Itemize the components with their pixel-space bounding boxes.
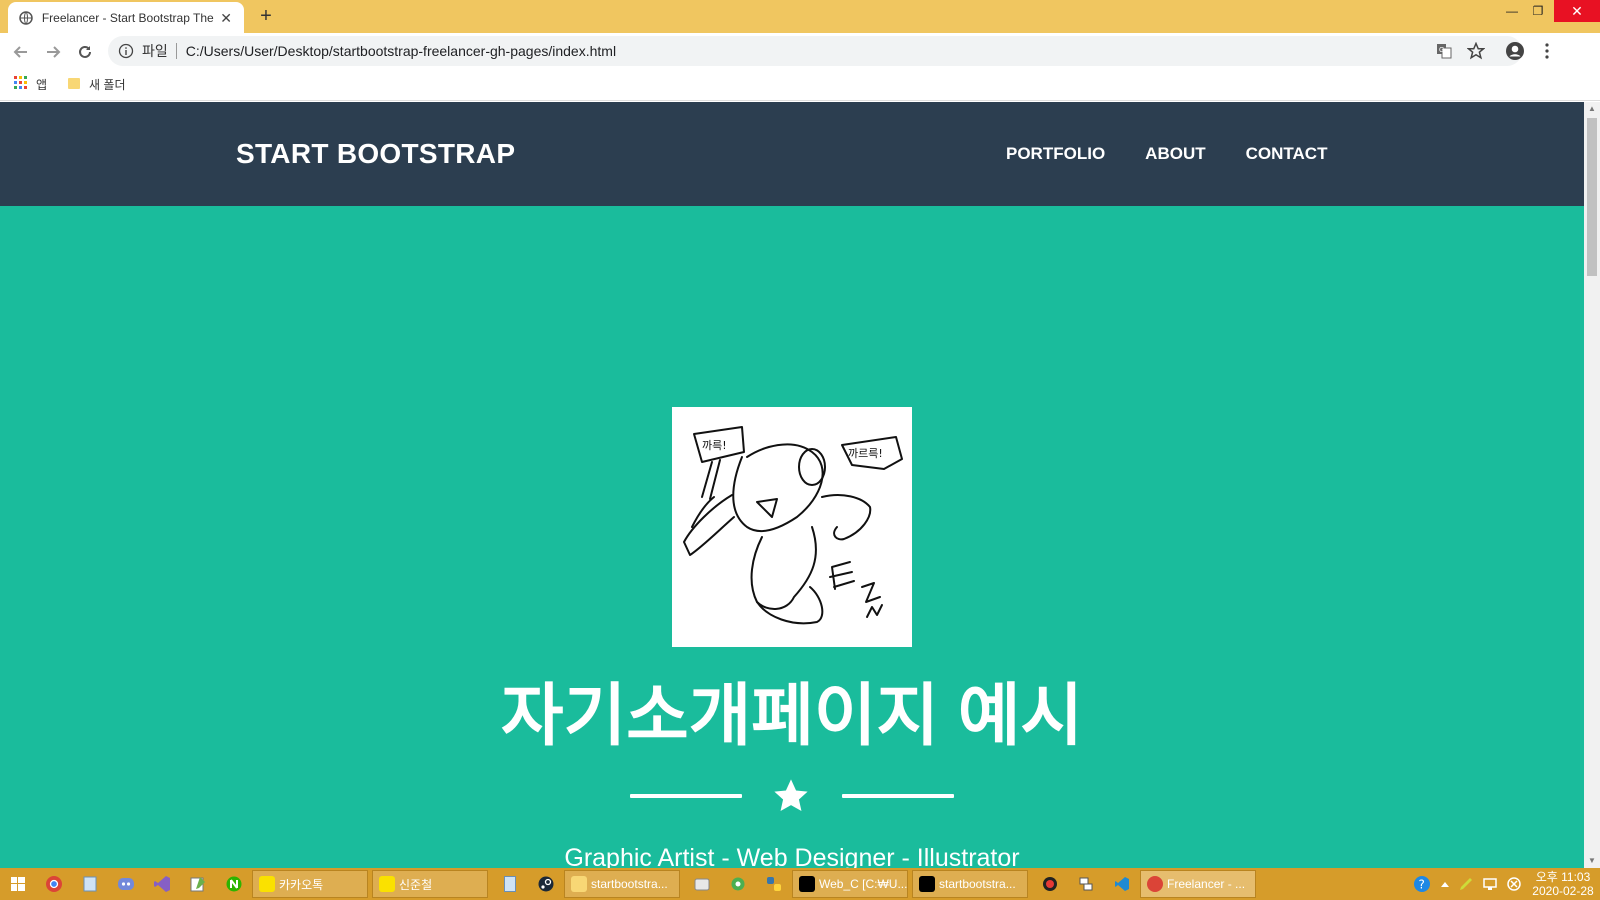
url-text[interactable]: C:/Users/User/Desktop/startbootstrap-fre… (186, 43, 616, 59)
discord-icon[interactable] (108, 868, 144, 900)
speech-right-text: 까르륵! (848, 447, 883, 460)
scroll-down-arrow-icon[interactable]: ▼ (1584, 854, 1600, 868)
nav-link-contact[interactable]: CONTACT (1246, 144, 1328, 164)
divider-line (842, 794, 954, 798)
tab-close-icon[interactable]: ✕ (218, 10, 234, 26)
pen-icon[interactable] (1454, 868, 1478, 900)
hero-subtitle: Graphic Artist - Web Designer - Illustra… (564, 844, 1020, 868)
calculator-icon[interactable] (492, 868, 528, 900)
scheme-label: 파일 (142, 43, 168, 59)
reload-icon[interactable] (73, 40, 97, 64)
info-icon[interactable] (118, 43, 134, 59)
bookmarks-bar: 앱 새 폴더 (0, 69, 1600, 101)
new-tab-button[interactable]: + (256, 6, 276, 26)
speech-left-text: 까륵! (702, 439, 727, 452)
address-divider (175, 43, 177, 59)
taskbar-app-label: 카카오톡 (279, 877, 324, 892)
chrome-icon (1147, 876, 1163, 892)
scroll-thumb[interactable] (1587, 118, 1597, 276)
translate-icon[interactable]: G (1432, 39, 1456, 63)
network-icon[interactable] (1068, 868, 1104, 900)
nav-link-portfolio[interactable]: PORTFOLIO (1006, 144, 1105, 164)
taskbar-app-label: startbootstra... (939, 877, 1016, 891)
star-bookmark-icon[interactable] (1464, 39, 1488, 63)
browser-tab[interactable]: Freelancer - Start Bootstrap The ✕ (8, 2, 244, 33)
volume-muted-icon[interactable] (1502, 868, 1526, 900)
steam-icon[interactable] (528, 868, 564, 900)
visual-studio-icon[interactable] (144, 868, 180, 900)
folder-icon (67, 76, 81, 93)
taskbar-app-pycharm-web[interactable]: Web_C [C:₩U... (792, 870, 908, 898)
clock[interactable]: 오후 11:03 2020-02-28 (1526, 870, 1600, 898)
network-tray-icon[interactable] (1478, 868, 1502, 900)
bookmark-label: 앱 (36, 78, 48, 92)
svg-text:G: G (1439, 47, 1444, 54)
tray-expand-icon[interactable] (1436, 868, 1454, 900)
hero-title: 자기소개페이지 예시 (501, 678, 1083, 754)
vscode-icon[interactable] (1104, 868, 1140, 900)
folder-icon (571, 876, 587, 892)
apps-grid-icon (14, 76, 28, 93)
taskbar-app-kakaotalk-chat[interactable]: 신준철 (372, 870, 488, 898)
notes-icon[interactable] (180, 868, 216, 900)
nav-link-about[interactable]: ABOUT (1145, 144, 1205, 164)
svg-text:?: ? (1419, 878, 1425, 892)
bookmark-label: 새 폴더 (89, 78, 126, 92)
taskbar-app-label: Web_C [C:₩U... (819, 877, 908, 891)
star-icon (772, 777, 810, 815)
windows-start-icon[interactable] (0, 868, 36, 900)
kakaotalk-icon (259, 876, 275, 892)
system-tray: ? 오후 11:03 2020-02-28 (1408, 868, 1600, 900)
python-icon[interactable] (756, 868, 792, 900)
notepad-icon[interactable] (72, 868, 108, 900)
page-viewport: START BOOTSTRAP PORTFOLIO ABOUT CONTACT (0, 102, 1584, 868)
browser-toolbar: 파일 C:/Users/User/Desktop/startbootstrap-… (0, 33, 1600, 69)
scroll-up-arrow-icon[interactable]: ▲ (1584, 102, 1600, 116)
page-scrollbar[interactable]: ▲ ▼ (1584, 102, 1600, 868)
site-navbar: START BOOTSTRAP PORTFOLIO ABOUT CONTACT (0, 102, 1584, 206)
help-icon[interactable]: ? (1408, 868, 1436, 900)
taskbar-app-label: startbootstra... (591, 877, 668, 891)
naver-icon[interactable] (216, 868, 252, 900)
taskbar-app-pycharm-bootstrap[interactable]: startbootstra... (912, 870, 1028, 898)
star-divider (0, 776, 1584, 816)
kakaotalk-icon (379, 876, 395, 892)
taskbar-app-kakaotalk[interactable]: 카카오톡 (252, 870, 368, 898)
taskbar-app-explorer[interactable]: startbootstra... (564, 870, 680, 898)
archive-icon[interactable] (684, 868, 720, 900)
globe-icon (18, 10, 34, 26)
masthead: 까륵! 까르륵! 자기소개페이지 예시 Graphic Artist - Web… (0, 206, 1584, 868)
taskbar-app-label: 신준철 (399, 877, 433, 892)
bookmark-apps[interactable]: 앱 (14, 76, 47, 93)
taskbar: 카카오톡 신준철 startbootstra... Web_C [C:₩U...… (0, 868, 1600, 900)
nav-links: PORTFOLIO ABOUT CONTACT (1006, 144, 1327, 164)
avatar-illustration: 까륵! 까르륵! (672, 407, 912, 647)
divider-line (630, 794, 742, 798)
pycharm-icon (919, 876, 935, 892)
profile-icon[interactable] (1503, 39, 1527, 63)
forward-arrow-icon[interactable] (41, 40, 65, 64)
bookmark-folder[interactable]: 새 폴더 (67, 76, 126, 93)
settings-gear-icon[interactable] (720, 868, 756, 900)
back-arrow-icon[interactable] (9, 40, 33, 64)
more-menu-icon[interactable] (1535, 39, 1559, 63)
address-bar[interactable]: 파일 C:/Users/User/Desktop/startbootstrap-… (108, 36, 1522, 66)
tab-title: Freelancer - Start Bootstrap The (41, 10, 214, 25)
clock-time: 오후 11:03 (1535, 870, 1591, 884)
pycharm-icon (799, 876, 815, 892)
close-window-button[interactable]: ✕ (1554, 0, 1600, 22)
browser-titlebar: Freelancer - Start Bootstrap The ✕ + — ❐… (0, 0, 1600, 33)
brand-link[interactable]: START BOOTSTRAP (236, 138, 515, 170)
taskbar-app-label: Freelancer - ... (1167, 877, 1246, 891)
clock-date: 2020-02-28 (1532, 884, 1594, 898)
chrome-pinned-icon[interactable] (36, 868, 72, 900)
record-icon[interactable] (1032, 868, 1068, 900)
taskbar-app-chrome[interactable]: Freelancer - ... (1140, 870, 1256, 898)
